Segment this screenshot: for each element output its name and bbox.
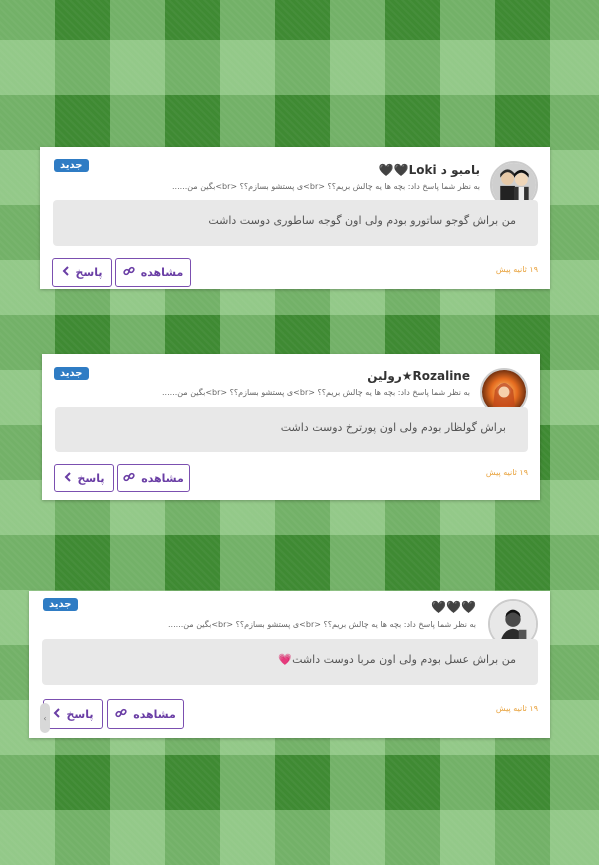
side-scroll-handle[interactable]: ‹ bbox=[40, 703, 50, 733]
quoted-reply: من براش عسل بودم ولی اون مربا دوست داشت💗 bbox=[42, 639, 538, 685]
notification-subtitle: به نظر شما پاسخ داد: بچه ها یه چالش بریم… bbox=[168, 620, 476, 629]
chevron-left-icon bbox=[53, 707, 61, 721]
chevron-left-icon bbox=[62, 266, 70, 279]
notification-card: Rozaline★رولین جدید به نظر شما پاسخ داد:… bbox=[42, 354, 540, 500]
notification-subtitle: به نظر شما پاسخ داد: بچه ها یه چالش بریم… bbox=[172, 182, 480, 191]
reply-button[interactable]: پاسخ bbox=[43, 699, 103, 729]
chevron-left-small-icon: ‹ bbox=[43, 713, 47, 723]
new-badge: جدید bbox=[54, 367, 89, 380]
user-name[interactable]: 🖤🖤🖤 bbox=[431, 600, 476, 614]
reply-button-label: پاسخ bbox=[66, 707, 94, 721]
new-badge: جدید bbox=[43, 598, 78, 611]
quoted-reply: براش گولظار بودم ولی اون پورترخ دوست داش… bbox=[55, 407, 528, 452]
user-name[interactable]: Rozaline★رولین bbox=[367, 369, 470, 383]
timestamp: ۱۹ ثانیه پیش bbox=[485, 468, 528, 477]
chevron-left-icon bbox=[64, 471, 72, 485]
notification-subtitle: به نظر شما پاسخ داد: بچه ها یه چالش بریم… bbox=[162, 388, 470, 397]
notification-card: بامبو د Loki🖤🖤 جدید به نظر شما پاسخ داد:… bbox=[40, 147, 550, 289]
user-name[interactable]: بامبو د Loki🖤🖤 bbox=[379, 163, 480, 177]
notification-card: 🖤🖤🖤 جدید به نظر شما پاسخ داد: بچه ها یه … bbox=[29, 591, 550, 738]
link-icon bbox=[123, 471, 135, 486]
new-badge: جدید bbox=[54, 159, 89, 172]
link-icon bbox=[123, 265, 135, 280]
view-button-label: مشاهده bbox=[140, 266, 184, 279]
reply-button[interactable]: پاسخ bbox=[54, 464, 114, 492]
timestamp: ۱۹ ثانیه پیش bbox=[495, 704, 538, 713]
view-button[interactable]: مشاهده bbox=[107, 699, 184, 729]
link-icon bbox=[115, 707, 127, 722]
reply-button[interactable]: پاسخ bbox=[52, 258, 112, 287]
view-button-label: مشاهده bbox=[141, 471, 184, 485]
timestamp: ۱۹ ثانیه پیش bbox=[495, 265, 538, 274]
view-button[interactable]: مشاهده bbox=[117, 464, 190, 492]
view-button-label: مشاهده bbox=[133, 707, 176, 721]
view-button[interactable]: مشاهده bbox=[115, 258, 191, 287]
reply-button-label: پاسخ bbox=[77, 471, 105, 485]
quoted-reply: من براش گوجو ساتورو بودم ولی اون گوجه سا… bbox=[53, 200, 538, 246]
reply-button-label: پاسخ bbox=[75, 266, 103, 279]
